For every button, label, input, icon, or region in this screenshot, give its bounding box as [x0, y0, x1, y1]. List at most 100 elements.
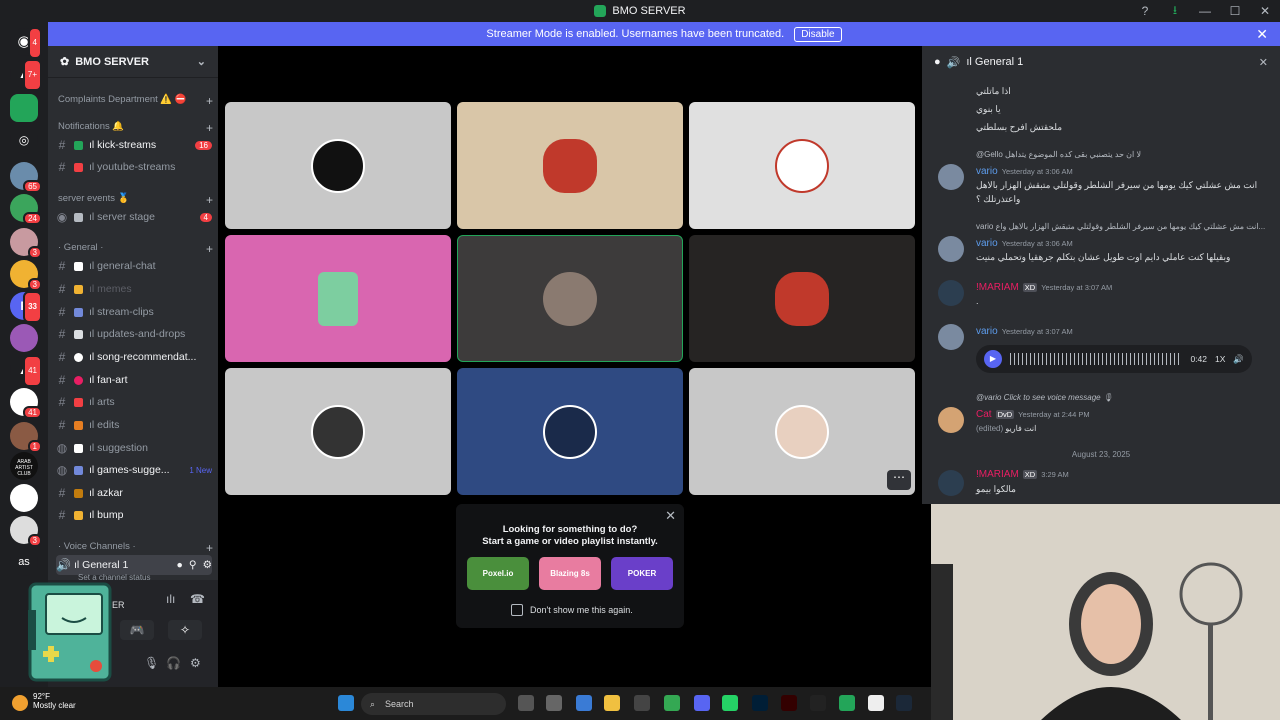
avatar[interactable]: [938, 407, 964, 433]
download-icon[interactable]: ⭳: [1160, 1, 1190, 22]
disable-button[interactable]: Disable: [794, 26, 842, 42]
add-channel-icon[interactable]: +: [206, 121, 213, 135]
add-channel-icon[interactable]: +: [206, 541, 213, 555]
avatar[interactable]: [938, 280, 964, 306]
discord-taskbar-icon[interactable]: [694, 695, 710, 711]
activity-poxel[interactable]: Poxel.io: [467, 557, 529, 590]
category-notifications[interactable]: Notifications 🔔 +: [58, 121, 213, 135]
add-channel-icon[interactable]: +: [206, 193, 213, 207]
weather-widget[interactable]: 92°F Mostly clear: [33, 692, 76, 710]
reply-reference[interactable]: vario انت مش عشلتي كيك يومها من سيرفر ال…: [976, 222, 1265, 231]
category-complaints[interactable]: Complaints Department ⚠️ ⛔ +: [58, 94, 213, 108]
steam-icon[interactable]: [896, 695, 912, 711]
category-server-events[interactable]: server events 🥇 +: [58, 193, 213, 207]
close-chat-icon[interactable]: ✕: [1259, 56, 1268, 69]
channel-youtube-streams[interactable]: # ıl youtube-streams: [56, 157, 212, 177]
notifications-icon[interactable]: ▲7+: [10, 59, 42, 91]
play-button[interactable]: ▶: [984, 350, 1002, 368]
help-icon[interactable]: ?: [1130, 4, 1160, 18]
channel-bump[interactable]: # ıl bump: [56, 505, 212, 525]
gear-icon[interactable]: ⚙: [203, 559, 212, 571]
server-icon[interactable]: 3: [10, 516, 42, 547]
participant-tile[interactable]: [225, 368, 451, 495]
server-icon[interactable]: ▲41: [10, 355, 42, 387]
search-box[interactable]: ⌕ Search: [361, 693, 506, 715]
server-icon[interactable]: [10, 484, 38, 512]
server-icon[interactable]: [10, 324, 38, 352]
activity-blazing-8s[interactable]: Blazing 8s: [539, 557, 601, 590]
channel-edits[interactable]: # ıl edits: [56, 415, 212, 435]
server-icon[interactable]: 65: [10, 162, 42, 193]
server-icon[interactable]: 24: [10, 194, 42, 225]
disconnect-icon[interactable]: ☎: [190, 592, 205, 606]
app-icon[interactable]: [839, 695, 855, 711]
participant-tile[interactable]: [689, 102, 915, 229]
avatar[interactable]: [938, 164, 964, 190]
add-channel-icon[interactable]: +: [206, 94, 213, 108]
server-icon[interactable]: 1: [10, 422, 42, 453]
channel-azkar[interactable]: # ıl azkar: [56, 483, 212, 503]
voice-channel-general-1[interactable]: 🔊 ıl General 1 ● ⚲ ⚙: [56, 555, 212, 575]
speed-button[interactable]: 1X: [1215, 354, 1225, 364]
close-banner-icon[interactable]: ✕: [1256, 26, 1268, 43]
participant-tile[interactable]: [689, 368, 915, 495]
settings-app-icon[interactable]: [576, 695, 592, 711]
channel-server-stage[interactable]: ◉ ıl server stage 4: [56, 207, 212, 227]
volume-icon[interactable]: 🔊: [1233, 354, 1244, 365]
username[interactable]: vario Yesterday at 3:06 AM: [976, 238, 1073, 249]
channel-stream-clips[interactable]: # ıl stream-clips: [56, 302, 212, 322]
illustrator-icon[interactable]: [781, 695, 797, 711]
more-options-button[interactable]: ⋯: [887, 470, 911, 490]
username[interactable]: vario Yesterday at 3:07 AM: [976, 326, 1073, 337]
server-icon[interactable]: 41: [10, 388, 42, 419]
username[interactable]: !MARIAM XD Yesterday at 3:07 AM: [976, 282, 1112, 293]
weather-icon[interactable]: [12, 695, 28, 711]
channel-fan-art[interactable]: # ıl fan-art: [56, 370, 212, 390]
server-arab-artist-club-icon[interactable]: ARAB ARTIST CLUB: [10, 452, 38, 480]
server-icon[interactable]: 3: [10, 228, 42, 259]
notepad-icon[interactable]: [868, 695, 884, 711]
participant-tile[interactable]: [689, 235, 915, 362]
server-header[interactable]: ✿ BMO SERVER ⌄: [48, 46, 218, 78]
channel-general-chat[interactable]: # ıl general-chat: [56, 256, 212, 276]
windows-start-icon[interactable]: [338, 695, 354, 711]
microphone-icon[interactable]: 🎙: [144, 656, 159, 670]
store-app-icon[interactable]: [634, 695, 650, 711]
reply-reference[interactable]: @vario Click to see voice message 🎙: [976, 393, 1113, 402]
chrome-icon[interactable]: [664, 695, 680, 711]
avatar[interactable]: [938, 236, 964, 262]
category-voice-channels[interactable]: · Voice Channels · +: [58, 541, 213, 555]
task-view-icon[interactable]: [518, 695, 534, 711]
channel-song-recommendations[interactable]: # ıl song-recommendat...: [56, 347, 212, 367]
username[interactable]: Cat DvD Yesterday at 2:44 PM: [976, 409, 1090, 420]
server-icon[interactable]: ◎: [10, 126, 38, 154]
activity-poker[interactable]: POKER: [611, 557, 673, 590]
avatar[interactable]: [938, 324, 964, 350]
channel-games-suggestions[interactable]: ◍ ıl games-sugge... 1 New: [56, 460, 212, 480]
invite-icon[interactable]: ⚲: [189, 559, 197, 571]
add-channel-icon[interactable]: +: [206, 242, 213, 256]
whatsapp-icon[interactable]: [722, 695, 738, 711]
reply-reference[interactable]: @Gello لا ان حد يتصنبي بقى كده الموضوع ي…: [976, 150, 1141, 159]
username[interactable]: !MARIAM XD 3:29 AM: [976, 469, 1069, 480]
headphones-icon[interactable]: 🎧: [166, 656, 181, 670]
channel-updates-and-drops[interactable]: # ıl updates-and-drops: [56, 324, 212, 344]
close-icon[interactable]: ✕: [665, 508, 676, 524]
file-explorer-icon[interactable]: [604, 695, 620, 711]
dont-show-checkbox[interactable]: [511, 604, 523, 616]
channel-memes[interactable]: # ıl memes: [56, 279, 212, 299]
avatar[interactable]: [938, 470, 964, 496]
server-as-icon[interactable]: as: [10, 548, 38, 576]
minimize-button[interactable]: —: [1190, 4, 1220, 18]
username[interactable]: vario Yesterday at 3:06 AM: [976, 166, 1073, 177]
direct-messages-icon[interactable]: ◉ 4: [10, 27, 42, 59]
epic-games-icon[interactable]: [810, 695, 826, 711]
server-bmo-icon[interactable]: [10, 94, 38, 122]
channel-suggestion[interactable]: ◍ ıl suggestion: [56, 438, 212, 458]
participant-tile[interactable]: [225, 235, 451, 362]
server-icon[interactable]: F33: [10, 291, 42, 323]
close-window-button[interactable]: ✕: [1250, 4, 1280, 18]
category-general[interactable]: · General · +: [58, 242, 213, 256]
channel-arts[interactable]: # ıl arts: [56, 392, 212, 412]
photoshop-icon[interactable]: [752, 695, 768, 711]
